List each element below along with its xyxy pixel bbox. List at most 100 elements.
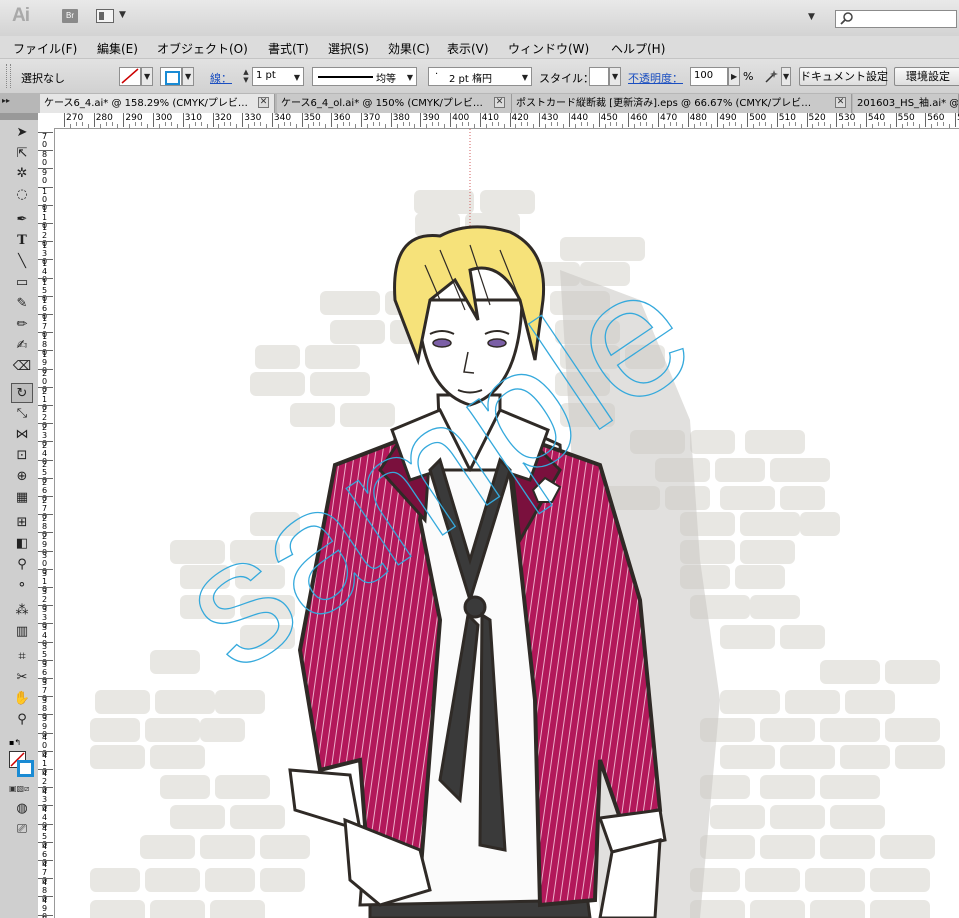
arrange-documents-button[interactable] xyxy=(96,9,114,23)
ruler-label: 280 xyxy=(95,113,113,123)
workspace-switcher-icon[interactable]: ▼ xyxy=(808,12,815,22)
menu-view[interactable]: 表示(V) xyxy=(447,40,489,57)
brick xyxy=(760,718,815,742)
ruler-label: 500 xyxy=(749,113,767,123)
document-setup-button[interactable]: ドキュメント設定 xyxy=(799,67,888,86)
collapse-panels-icon[interactable]: ▸▸ xyxy=(2,96,10,105)
shape-builder-tool-icon[interactable]: ⊕ xyxy=(11,467,33,487)
pen-tool-icon[interactable]: ✒ xyxy=(11,210,33,230)
brick xyxy=(820,775,880,799)
brush-definition[interactable]: · 2 pt 楕円 ▼ xyxy=(428,67,532,86)
menu-help[interactable]: ヘルプ(H) xyxy=(611,40,665,57)
variable-width-profile[interactable]: 均等 ▼ xyxy=(312,67,417,86)
menu-select[interactable]: 選択(S) xyxy=(328,40,369,57)
tab-sleeve[interactable]: 201603_HS_袖.ai* @ … xyxy=(853,94,959,113)
ruler-tick xyxy=(153,113,155,127)
draw-mode-icon[interactable]: ◍ xyxy=(11,799,33,819)
magic-wand-tool-icon[interactable]: ✲ xyxy=(11,164,33,184)
brick xyxy=(720,486,775,510)
bridge-button[interactable]: Br xyxy=(62,9,78,23)
ruler-minor-tick xyxy=(812,124,814,128)
ruler-label: 330 xyxy=(244,113,262,123)
direct-selection-tool-icon[interactable]: ⇱ xyxy=(11,144,33,164)
menu-type[interactable]: 書式(T) xyxy=(268,40,309,57)
brick xyxy=(310,372,370,396)
zoom-tool-icon[interactable]: ⚲ xyxy=(11,710,33,730)
blend-tool-icon[interactable]: ⚬ xyxy=(11,576,33,596)
menu-window[interactable]: ウィンドウ(W) xyxy=(508,40,589,57)
selection-tool-icon[interactable]: ➤ xyxy=(11,123,33,143)
tab-case-6-4[interactable]: ケース6_4.ai* @ 158.29% (CMYK/プレビ… xyxy=(40,94,275,113)
rotate-tool-icon[interactable]: ↻ xyxy=(11,383,33,403)
brick xyxy=(735,565,785,589)
opacity-dropdown[interactable]: ▶ xyxy=(728,67,740,86)
stroke-swatch[interactable] xyxy=(160,67,182,86)
recolor-artwork-icon[interactable] xyxy=(763,68,781,86)
panel-grip[interactable] xyxy=(6,64,11,88)
column-graph-tool-icon[interactable]: ▥ xyxy=(11,622,33,642)
stroke-dropdown[interactable]: ▼ xyxy=(182,67,194,86)
hand-tool-icon[interactable]: ✋ xyxy=(11,689,33,709)
stroke-weight-stepper[interactable]: ▲ ▼ xyxy=(241,68,251,85)
default-colors-icon[interactable]: ▪↰ xyxy=(9,738,21,747)
line-tool-icon[interactable]: ╲ xyxy=(11,252,33,272)
eraser-tool-icon[interactable]: ⌫ xyxy=(11,357,33,377)
fill-swatch[interactable] xyxy=(119,67,141,86)
symbol-sprayer-tool-icon[interactable]: ⁂ xyxy=(11,601,33,621)
tab-postcard[interactable]: ポストカード縦断裁 [更新済み].eps @ 66.67% (CMYK/プレビ… xyxy=(512,94,852,113)
tab-label: ポストカード縦断裁 [更新済み].eps @ 66.67% (CMYK/プレビ… xyxy=(516,98,812,109)
color-mode-icons[interactable]: ▣▧⧄ xyxy=(9,784,35,794)
tab-close-icon[interactable]: ✕ xyxy=(835,97,846,108)
pencil-tool-icon[interactable]: ✏ xyxy=(11,315,33,335)
scale-tool-icon[interactable]: ⤡ xyxy=(11,404,33,424)
ruler-minor-tick xyxy=(545,124,547,128)
tools-panel-grip[interactable] xyxy=(0,113,38,120)
type-tool-icon[interactable]: T xyxy=(11,231,33,251)
brick xyxy=(320,291,380,315)
brick xyxy=(740,540,795,564)
vertical-ruler[interactable]: 7080901001101201301401501601701801902002… xyxy=(38,128,55,918)
free-transform-tool-icon[interactable]: ⊡ xyxy=(11,446,33,466)
mesh-tool-icon[interactable]: ⊞ xyxy=(11,513,33,533)
blob-brush-tool-icon[interactable]: ✍ xyxy=(11,336,33,356)
ruler-label: 290 xyxy=(125,113,143,123)
slice-tool-icon[interactable]: ✂ xyxy=(11,668,33,688)
menu-effect[interactable]: 効果(C) xyxy=(388,40,430,57)
ruler-label: 310 xyxy=(184,113,202,123)
brick xyxy=(230,805,285,829)
rectangle-tool-icon[interactable]: ▭ xyxy=(11,273,33,293)
stroke-color-box[interactable] xyxy=(17,760,34,777)
stroke-label[interactable]: 線： xyxy=(210,70,232,86)
width-tool-icon[interactable]: ⋈ xyxy=(11,425,33,445)
ruler-minor-tick xyxy=(248,124,250,128)
tab-close-icon[interactable]: ✕ xyxy=(258,97,269,108)
graphic-style-dropdown[interactable]: ▼ xyxy=(609,67,621,86)
tab-close-icon[interactable]: ✕ xyxy=(494,97,505,108)
artboard-canvas[interactable]: sample xyxy=(55,129,959,918)
preferences-button[interactable]: 環境設定 xyxy=(894,67,959,86)
ruler-minor-tick xyxy=(634,124,636,128)
horizontal-ruler[interactable]: 270 280 290 300 310 320 330 340 350 360 370 380 390 4… xyxy=(38,113,959,129)
stroke-weight-field[interactable]: 1 pt ▼ xyxy=(252,67,304,86)
opacity-field[interactable]: 100 xyxy=(690,67,728,86)
brick xyxy=(820,660,880,684)
chevron-down-icon[interactable]: ▼ xyxy=(119,10,126,20)
perspective-grid-tool-icon[interactable]: ▦ xyxy=(11,488,33,508)
opacity-label[interactable]: 不透明度： xyxy=(628,70,683,86)
lasso-tool-icon[interactable]: ◌ xyxy=(11,185,33,205)
artboard-tool-icon[interactable]: ⌗ xyxy=(11,647,33,667)
menu-object[interactable]: オブジェクト(O) xyxy=(157,40,248,57)
tab-case-6-4-ol[interactable]: ケース6_4_ol.ai* @ 150% (CMYK/プレビ… xyxy=(277,94,512,113)
ruler-minor-tick xyxy=(693,124,695,128)
graphic-style-swatch[interactable] xyxy=(589,67,609,86)
recolor-dropdown[interactable]: ▼ xyxy=(781,67,791,86)
brick xyxy=(820,835,875,859)
eyedropper-tool-icon[interactable]: ⚲ xyxy=(11,555,33,575)
screen-mode-icon[interactable]: ⎚ xyxy=(11,820,33,840)
ruler-tick xyxy=(242,113,244,127)
menu-edit[interactable]: 編集(E) xyxy=(97,40,138,57)
paintbrush-tool-icon[interactable]: ✎ xyxy=(11,294,33,314)
menu-file[interactable]: ファイル(F) xyxy=(13,40,77,57)
fill-dropdown[interactable]: ▼ xyxy=(141,67,153,86)
gradient-tool-icon[interactable]: ◧ xyxy=(11,534,33,554)
